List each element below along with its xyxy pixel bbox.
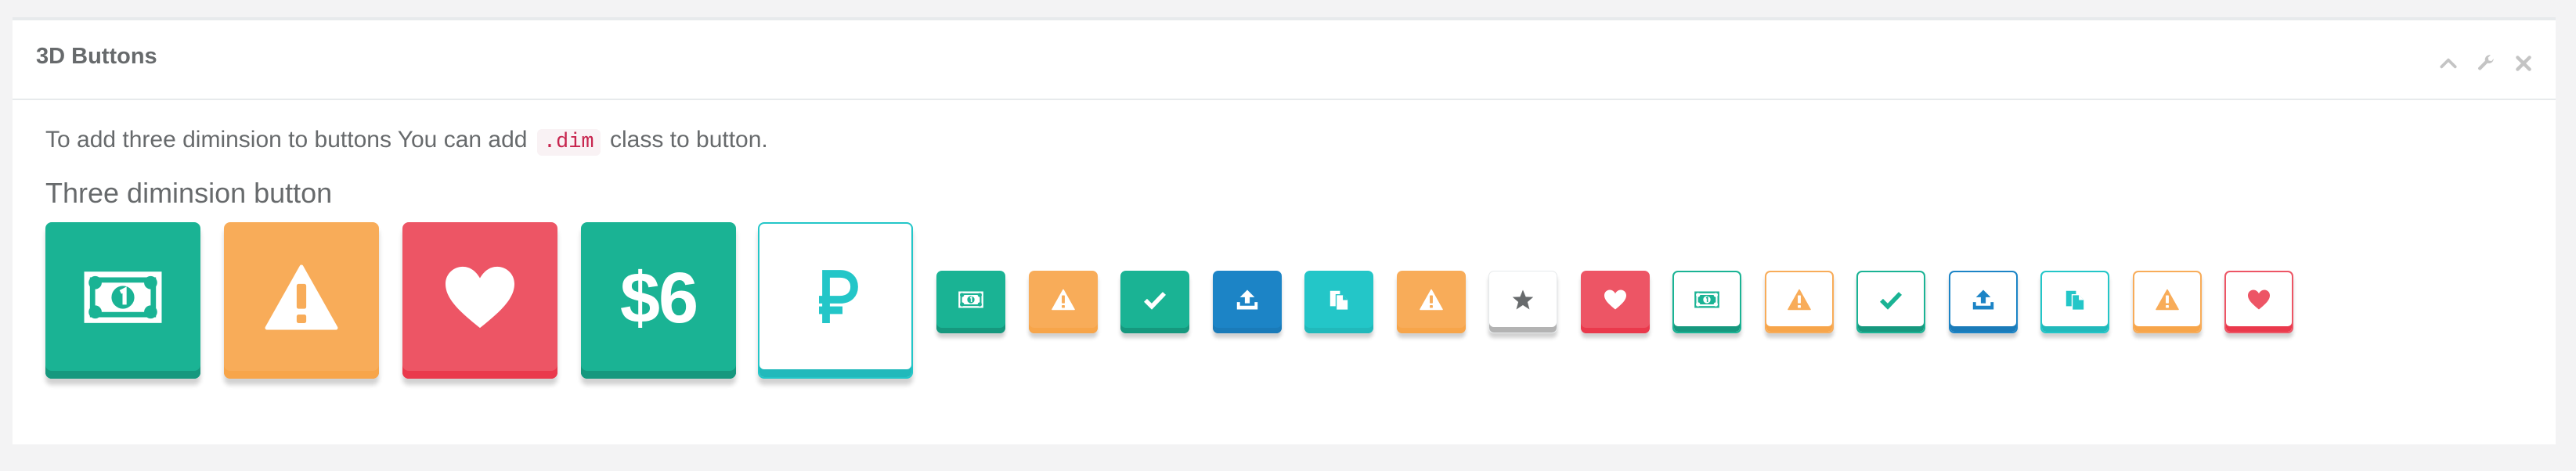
warning-icon (2155, 289, 2180, 311)
code-snippet: .dim (536, 129, 601, 156)
panel-header: 3D Buttons (13, 20, 2556, 100)
check-outline-button[interactable] (1856, 271, 1925, 333)
close-icon[interactable] (2512, 52, 2535, 75)
money-button-large[interactable] (45, 222, 200, 379)
check-button[interactable] (1120, 271, 1189, 333)
wrench-icon[interactable] (2474, 52, 2498, 75)
six-dollar-button[interactable]: $6 (581, 222, 736, 379)
description-suffix: class to button. (609, 127, 768, 153)
panel-title: 3D Buttons (36, 44, 157, 69)
heart-button-large[interactable] (402, 222, 557, 379)
copy-outline-button[interactable] (2040, 271, 2109, 333)
money-icon (1694, 289, 1719, 311)
upload-button[interactable] (1213, 271, 1282, 333)
heart-outline-button[interactable] (2224, 271, 2293, 333)
copy-button[interactable] (1304, 271, 1373, 333)
star-button[interactable] (1488, 271, 1557, 333)
warning-button-2[interactable] (1397, 271, 1466, 333)
upload-icon (1971, 289, 1996, 311)
money-outline-button[interactable] (1672, 271, 1741, 333)
warning-icon (1419, 289, 1444, 311)
warning-icon (1787, 289, 1812, 311)
warning-button[interactable] (1029, 271, 1098, 333)
description: To add three diminsion to buttons You ca… (45, 127, 768, 156)
money-icon (84, 263, 162, 332)
heart-icon (441, 263, 519, 332)
check-icon (1878, 289, 1903, 311)
warning-outline-button[interactable] (1765, 271, 1834, 333)
warning-icon (262, 263, 341, 332)
heart-icon (1603, 289, 1628, 311)
ruble-button-large[interactable] (758, 222, 913, 379)
copy-icon (2062, 289, 2087, 311)
star-icon (1510, 289, 1535, 311)
upload-outline-button[interactable] (1949, 271, 2018, 333)
heart-button[interactable] (1581, 271, 1650, 333)
money-icon (958, 289, 983, 311)
heart-icon (2246, 289, 2271, 311)
warning-outline-button-2[interactable] (2133, 271, 2202, 333)
check-icon (1142, 289, 1167, 311)
panel-tools (2437, 52, 2535, 75)
warning-icon (1051, 289, 1076, 311)
description-text: To add three diminsion to buttons You ca… (45, 127, 528, 153)
upload-icon (1235, 289, 1260, 311)
money-button[interactable] (936, 271, 1005, 333)
ruble-icon (812, 269, 859, 325)
section-heading: Three diminsion button (45, 177, 333, 209)
panel: 3D Buttons To add three diminsion to but… (13, 17, 2556, 444)
chevron-up-icon[interactable] (2437, 52, 2460, 75)
button-label: $6 (619, 257, 698, 338)
copy-icon (1326, 289, 1351, 311)
warning-button-large[interactable] (224, 222, 379, 379)
